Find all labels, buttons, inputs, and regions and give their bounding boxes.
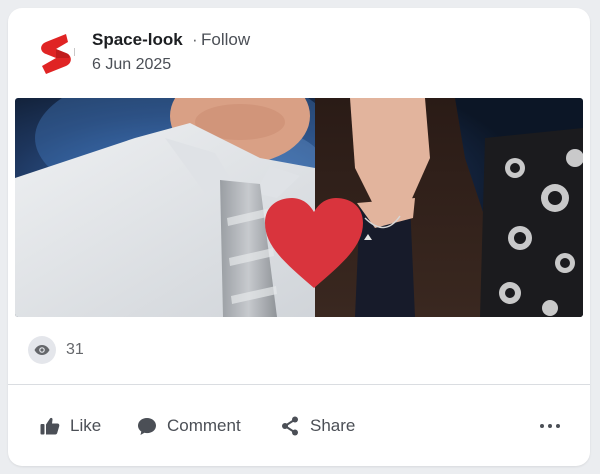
comment-button[interactable]: Comment: [137, 413, 241, 439]
more-icon[interactable]: [540, 421, 560, 431]
share-label: Share: [310, 416, 356, 435]
view-count: 31: [66, 341, 84, 358]
like-label: Like: [70, 416, 102, 435]
thumbs-up-icon: [40, 416, 60, 436]
post-stats: 31: [28, 336, 84, 364]
post-date[interactable]: 6 Jun 2025: [92, 56, 171, 74]
separator-dot: ·: [192, 30, 198, 49]
share-button[interactable]: Share: [280, 413, 355, 439]
post-header: Space-look · Follow 6 Jun 2025: [8, 8, 590, 98]
page-name-link[interactable]: Space-look: [92, 30, 183, 50]
eye-icon: [28, 336, 56, 364]
like-button[interactable]: Like: [40, 413, 101, 439]
space-look-logo[interactable]: [32, 28, 78, 78]
logo-divider: [74, 48, 75, 56]
comment-icon: [137, 416, 157, 436]
share-icon: [280, 416, 300, 436]
post-actions: Like Comment Share: [8, 385, 590, 466]
post-card: Space-look · Follow 6 Jun 2025 31 Like C…: [8, 8, 590, 466]
comment-label: Comment: [167, 416, 241, 435]
post-photo[interactable]: [15, 98, 583, 317]
follow-button[interactable]: Follow: [201, 30, 250, 50]
